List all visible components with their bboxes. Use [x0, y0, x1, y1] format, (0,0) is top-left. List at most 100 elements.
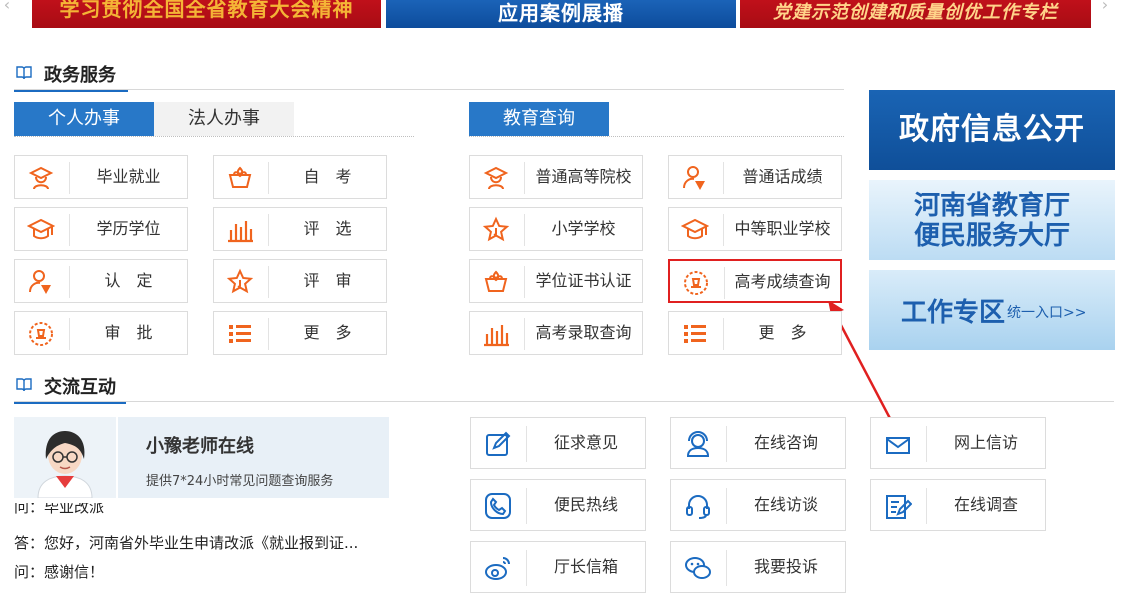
qa-item[interactable]: 问：感谢信！ — [14, 562, 104, 582]
button-label: 毕业就业 — [96, 167, 161, 186]
service-item-personal[interactable]: 自 考 — [213, 155, 387, 199]
qa-text: 问：毕业改派 — [14, 503, 105, 516]
survey-icon — [884, 492, 913, 520]
exchange-item[interactable]: 在线调查 — [870, 479, 1046, 531]
bar-chart-icon — [482, 320, 510, 348]
graduate-icon — [27, 164, 55, 192]
button-label: 厅长信箱 — [553, 557, 618, 576]
button-label: 在线访谈 — [753, 495, 818, 514]
divider — [14, 136, 414, 137]
button-label: 认 定 — [104, 271, 153, 290]
button-label: 评 审 — [303, 271, 352, 290]
stamp-icon — [682, 269, 710, 297]
list-icon — [681, 320, 709, 348]
service-item-personal[interactable]: 毕业就业 — [14, 155, 188, 199]
stamp-icon — [27, 320, 55, 348]
banner-text: 学习贯彻全国全省教育大会精神 — [59, 0, 354, 21]
button-label: 更 多 — [758, 323, 807, 342]
service-item-personal[interactable]: 学历学位 — [14, 207, 188, 251]
lotus-icon — [482, 268, 510, 296]
button-label: 审 批 — [104, 323, 153, 342]
banner-text: 党建示范创建和质量创优工作专栏 — [773, 2, 1058, 23]
button-label: 在线咨询 — [753, 433, 818, 452]
qa-item[interactable]: 问：毕业改派 — [14, 503, 104, 519]
exchange-header: 交流互动 — [14, 372, 854, 404]
service-item-education[interactable]: 中等职业学校 — [668, 207, 842, 251]
teacher-avatar — [14, 417, 116, 499]
banner-text: 应用案例展播 — [498, 1, 624, 25]
button-label: 我要投诉 — [753, 557, 818, 576]
banner-next-arrow[interactable]: › — [1098, 0, 1112, 14]
work-zone-entry-link[interactable]: 统一入口>> — [1007, 302, 1086, 322]
button-label: 普通高等院校 — [535, 167, 632, 186]
service-item-education[interactable]: 普通高等院校 — [469, 155, 643, 199]
tab-personal[interactable]: 个人办事 — [14, 102, 154, 136]
service-item-personal[interactable]: 审 批 — [14, 311, 188, 355]
work-zone-title: 工作专区 — [901, 298, 1006, 328]
user-check-icon — [681, 164, 709, 192]
button-label: 便民热线 — [553, 495, 618, 514]
work-zone-banner[interactable]: 工作专区 统一入口>> — [869, 270, 1115, 350]
service-hall-banner[interactable]: 河南省教育厅 便民服务大厅 — [869, 180, 1115, 260]
banner-prev-arrow[interactable]: ‹ — [0, 0, 14, 14]
service-item-personal[interactable]: 评 选 — [213, 207, 387, 251]
service-item-education[interactable]: 更 多 — [668, 311, 842, 355]
mail-icon — [884, 430, 912, 458]
service-item-education[interactable]: 小学学校 — [469, 207, 643, 251]
button-label: 高考成绩查询 — [734, 272, 831, 291]
wechat-icon — [684, 554, 712, 582]
exchange-item[interactable]: 我要投诉 — [670, 541, 846, 593]
gov-info-disclosure-banner[interactable]: 政府信息公开 — [869, 90, 1115, 170]
section-title: 交流互动 — [44, 377, 116, 398]
qa-item[interactable]: 答：您好，河南省外毕业生申请改派《就业报到证... — [14, 533, 358, 553]
teacher-online-card[interactable]: 小豫老师在线 提供7*24小时常见问题查询服务 — [14, 417, 389, 499]
service-item-education[interactable]: 高考成绩查询 — [668, 259, 842, 303]
section-title: 政务服务 — [44, 65, 116, 86]
service-item-personal[interactable]: 更 多 — [213, 311, 387, 355]
list-icon — [226, 320, 254, 348]
lotus-icon — [226, 164, 254, 192]
service-item-personal[interactable]: 认 定 — [14, 259, 188, 303]
button-label: 自 考 — [303, 167, 352, 186]
mortarboard-icon — [26, 216, 56, 244]
gov-services-header: 政务服务 — [14, 60, 854, 92]
exchange-item[interactable]: 网上信访 — [870, 417, 1046, 469]
banner-education-conference[interactable]: 学习贯彻全国全省教育大会精神 — [32, 0, 381, 28]
exchange-item[interactable]: 征求意见 — [470, 417, 646, 469]
divider — [14, 89, 844, 90]
service-item-education[interactable]: 高考录取查询 — [469, 311, 643, 355]
button-label: 在线调查 — [953, 495, 1018, 514]
exchange-item[interactable]: 厅长信箱 — [470, 541, 646, 593]
banner-party-building[interactable]: 党建示范创建和质量创优工作专栏 — [740, 0, 1091, 28]
service-item-education[interactable]: 学位证书认证 — [469, 259, 643, 303]
button-label: 网上信访 — [953, 433, 1018, 452]
exchange-item[interactable]: 在线访谈 — [670, 479, 846, 531]
service-item-personal[interactable]: 评 审 — [213, 259, 387, 303]
teacher-avatar-icon — [37, 431, 93, 499]
tab-education-query[interactable]: 教育查询 — [469, 102, 609, 136]
graduate-icon — [482, 164, 510, 192]
button-label: 征求意见 — [553, 433, 618, 452]
star-icon — [482, 216, 510, 244]
exchange-item[interactable]: 便民热线 — [470, 479, 646, 531]
bar-chart-icon — [226, 216, 254, 244]
headset-icon — [684, 492, 712, 520]
book-icon — [16, 66, 32, 80]
user-check-icon — [27, 268, 55, 296]
service-hall-line2: 便民服务大厅 — [913, 221, 1070, 251]
star-icon — [226, 268, 254, 296]
button-label: 普通话成绩 — [742, 167, 823, 186]
teacher-description: 提供7*24小时常见问题查询服务 — [146, 474, 334, 489]
button-label: 小学学校 — [551, 219, 616, 238]
button-label: 中等职业学校 — [734, 219, 831, 238]
service-item-education[interactable]: 普通话成绩 — [668, 155, 842, 199]
button-label: 高考录取查询 — [535, 323, 632, 342]
service-hall-line1: 河南省教育厅 — [913, 191, 1070, 221]
exchange-item[interactable]: 在线咨询 — [670, 417, 846, 469]
weibo-icon — [484, 554, 512, 582]
tab-corporate[interactable]: 法人办事 — [154, 102, 294, 136]
divider — [14, 401, 1114, 402]
banner-case-showcase[interactable]: 应用案例展播 — [386, 0, 736, 28]
edit-icon — [484, 430, 512, 458]
button-label: 更 多 — [303, 323, 352, 342]
